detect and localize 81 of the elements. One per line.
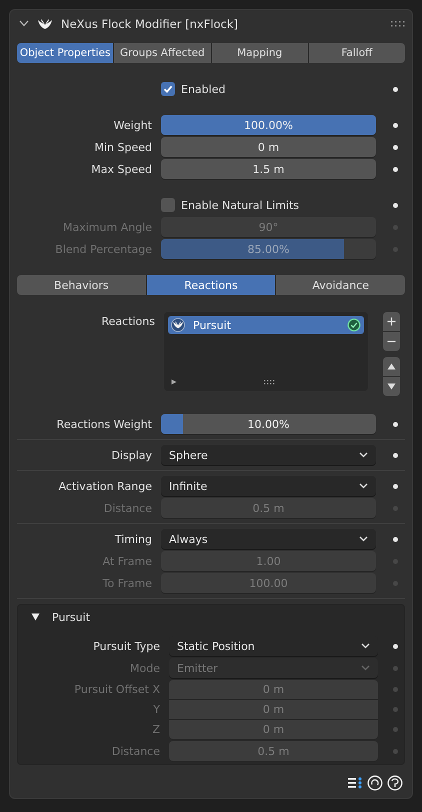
animate-dot[interactable] — [392, 144, 398, 150]
triangle-down-icon — [386, 383, 396, 390]
tab[interactable]: Reactions — [146, 275, 276, 295]
animate-dot[interactable] — [393, 666, 398, 670]
animate-dot[interactable] — [393, 707, 398, 712]
dropdown[interactable]: Always — [161, 529, 376, 549]
animate-dot[interactable] — [392, 86, 398, 92]
slider-value: 85.00% — [248, 242, 290, 256]
check-circle-icon[interactable] — [347, 318, 361, 332]
number-field[interactable]: 0 m — [161, 137, 376, 157]
chevron-down-icon — [361, 643, 370, 649]
chevron-down-icon — [359, 483, 368, 489]
wings-badge-icon — [171, 318, 185, 332]
animate-dot[interactable] — [392, 484, 398, 488]
field-label: Pursuit Offset X — [73, 683, 160, 696]
field-label: Activation Range — [58, 480, 152, 492]
field-label: To Frame — [102, 576, 152, 590]
field-label: Maximum Angle — [62, 220, 152, 234]
tab[interactable]: Falloff — [308, 43, 405, 63]
number-field[interactable]: 1.5 m — [161, 159, 376, 179]
checkbox-label: Enable Natural Limits — [181, 198, 300, 212]
slider-value: 10.00% — [248, 418, 290, 430]
slider[interactable]: 100.00% — [161, 115, 376, 135]
field-label: Mode — [129, 662, 160, 674]
field-label: Display — [110, 448, 152, 462]
field-label: Z — [151, 723, 160, 736]
add-button[interactable] — [382, 312, 400, 331]
plus-icon — [386, 317, 396, 326]
move-up-button[interactable] — [382, 357, 400, 376]
field-label: Reactions Weight — [56, 418, 152, 430]
list-item[interactable]: Pursuit — [168, 316, 364, 334]
animate-dot[interactable] — [392, 536, 398, 542]
animate-dot[interactable] — [392, 122, 398, 128]
checkbox[interactable] — [161, 82, 175, 96]
tab[interactable]: Mapping — [212, 43, 308, 63]
tab[interactable]: Object Properties — [17, 43, 114, 63]
animate-dot[interactable] — [392, 166, 398, 172]
checkbox-label: Enabled — [181, 82, 226, 96]
animate-dot[interactable] — [392, 202, 398, 208]
tab[interactable]: Avoidance — [276, 275, 405, 295]
dropdown[interactable]: Infinite — [161, 476, 376, 496]
tab[interactable]: Behaviors — [17, 275, 146, 295]
tab[interactable]: Groups Affected — [114, 43, 210, 63]
swirl-icon[interactable] — [387, 775, 403, 791]
checkbox[interactable] — [161, 198, 175, 212]
field-label: Distance — [102, 502, 152, 514]
animate-dot[interactable] — [393, 687, 398, 692]
animate-dot[interactable] — [393, 748, 398, 754]
field-label: Reactions — [100, 314, 155, 330]
triangle-icon[interactable] — [31, 613, 40, 621]
triangle-up-icon — [386, 363, 396, 370]
chevron-down-icon — [359, 536, 368, 542]
field-label: Timing — [114, 532, 152, 546]
animate-dot[interactable] — [393, 727, 398, 732]
move-down-button[interactable] — [382, 377, 400, 396]
field-label: Blend Percentage — [54, 242, 152, 256]
dropdown[interactable]: Sphere — [161, 445, 376, 465]
slider[interactable]: 10.00% — [161, 414, 376, 434]
remove-button[interactable] — [382, 332, 400, 351]
field-label: Min Speed — [94, 140, 152, 154]
field-label: Pursuit Type — [92, 640, 160, 652]
field-label: Weight — [112, 118, 152, 132]
list-icon[interactable] — [347, 775, 363, 791]
play-icon[interactable] — [171, 379, 177, 385]
field-label: Max Speed — [90, 162, 152, 176]
field-label: Distance — [110, 744, 160, 758]
field-label: At Frame — [102, 554, 152, 568]
animate-dot[interactable] — [392, 452, 398, 458]
refresh-icon[interactable] — [367, 775, 383, 791]
chevron-down-icon — [361, 665, 370, 671]
chevron-down-icon — [359, 452, 368, 458]
grip-icon[interactable] — [391, 20, 405, 26]
wings-icon — [37, 18, 53, 30]
field-label: Y — [152, 703, 160, 716]
slider-value: 100.00% — [244, 118, 293, 132]
subpanel-title: Pursuit — [52, 610, 90, 624]
animate-dot[interactable] — [392, 422, 398, 426]
panel-title: NeXus Flock Modifier [nxFlock] — [61, 16, 240, 30]
chevron-icon[interactable] — [19, 20, 29, 27]
animate-dot[interactable] — [393, 644, 398, 648]
grip-icon[interactable] — [264, 380, 274, 384]
